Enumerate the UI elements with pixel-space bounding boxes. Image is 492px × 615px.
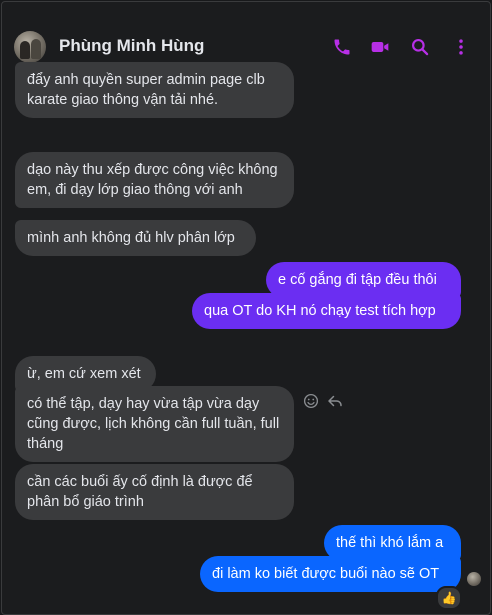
chat-header: Phùng Minh Hùng xyxy=(2,2,490,68)
seen-avatar xyxy=(467,572,481,586)
message-incoming[interactable]: mình anh không đủ hlv phân lớp xyxy=(15,220,256,256)
phone-icon[interactable] xyxy=(332,37,352,57)
reply-icon[interactable] xyxy=(326,392,344,410)
emoji-react-icon[interactable] xyxy=(302,392,320,410)
video-icon[interactable] xyxy=(370,37,390,57)
reaction-badge[interactable]: 👍 xyxy=(436,586,462,610)
chat-window: Phùng Minh Hùng đẩy anh quyền super admi… xyxy=(1,1,491,615)
search-icon[interactable] xyxy=(410,37,430,57)
more-icon[interactable] xyxy=(451,37,471,57)
message-list: đẩy anh quyền super admin page clb karat… xyxy=(2,62,490,614)
message-incoming[interactable]: đẩy anh quyền super admin page clb karat… xyxy=(15,62,294,118)
message-outgoing[interactable]: qua OT do KH nó chạy test tích hợp xyxy=(192,293,461,329)
message-incoming[interactable]: cần các buổi ấy cố định là được để phân … xyxy=(15,464,294,520)
message-outgoing[interactable]: đi làm ko biết được buổi nào sẽ OT xyxy=(200,556,461,592)
message-incoming[interactable]: có thể tập, dạy hay vừa tập vừa dạy cũng… xyxy=(15,386,294,462)
message-incoming[interactable]: dạo này thu xếp được công việc không em,… xyxy=(15,152,294,208)
contact-avatar[interactable] xyxy=(14,31,46,63)
contact-name[interactable]: Phùng Minh Hùng xyxy=(59,36,204,56)
